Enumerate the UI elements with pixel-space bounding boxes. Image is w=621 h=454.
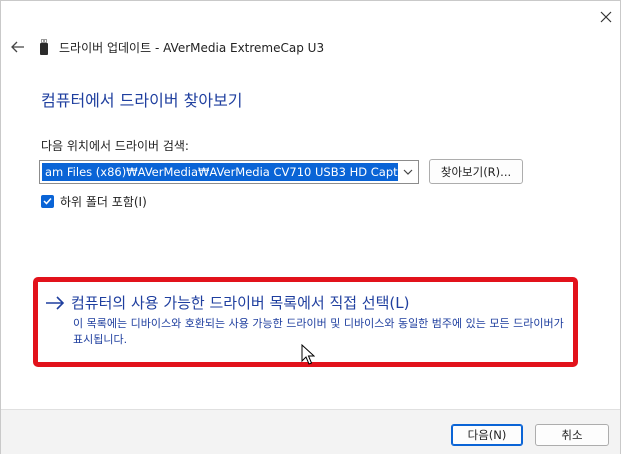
chevron-down-icon <box>403 169 413 175</box>
link-title-row: 컴퓨터의 사용 가능한 드라이버 목록에서 직접 선택(L) <box>45 292 570 313</box>
driver-path-text: am Files (x86)₩AVerMedia₩AVerMedia CV710… <box>42 163 398 181</box>
arrow-right-icon <box>45 294 67 312</box>
include-subfolders-row[interactable]: 하위 폴더 포함(I) <box>41 193 147 209</box>
driver-path-value[interactable]: am Files (x86)₩AVerMedia₩AVerMedia CV710… <box>42 163 398 181</box>
combobox-dropdown-button[interactable] <box>400 164 416 180</box>
close-button[interactable] <box>591 5 621 29</box>
close-icon <box>600 11 612 23</box>
link-description: 이 목록에는 디바이스와 호환되는 사용 가능한 드라이버 및 디바이스와 동일… <box>73 317 564 346</box>
checkmark-icon <box>43 197 52 205</box>
driver-update-window: 드라이버 업데이트 - AVerMedia ExtremeCap U3 컴퓨터에… <box>0 0 621 454</box>
search-location-label: 다음 위치에서 드라이버 검색: <box>41 139 189 153</box>
page-heading: 컴퓨터에서 드라이버 찾아보기 <box>41 91 243 110</box>
browse-button[interactable]: 찾아보기(R)... <box>429 159 523 184</box>
next-button[interactable]: 다음(N) <box>451 424 523 446</box>
back-arrow-icon <box>11 41 24 53</box>
back-button[interactable] <box>7 37 29 57</box>
window-title: 드라이버 업데이트 - AVerMedia ExtremeCap U3 <box>59 40 325 55</box>
pick-from-list-link[interactable]: 컴퓨터의 사용 가능한 드라이버 목록에서 직접 선택(L) 이 목록에는 디바… <box>45 292 570 348</box>
mouse-cursor-icon <box>301 344 315 365</box>
dialog-footer <box>1 409 620 454</box>
cancel-button[interactable]: 취소 <box>535 424 609 446</box>
title-bar: 드라이버 업데이트 - AVerMedia ExtremeCap U3 <box>39 38 324 56</box>
usb-device-icon <box>40 39 48 55</box>
include-subfolders-checkbox[interactable] <box>41 194 54 208</box>
driver-path-combobox[interactable]: am Files (x86)₩AVerMedia₩AVerMedia CV710… <box>39 160 419 184</box>
include-subfolders-label: 하위 폴더 포함(I) <box>60 194 147 209</box>
link-title[interactable]: 컴퓨터의 사용 가능한 드라이버 목록에서 직접 선택(L) <box>71 292 409 313</box>
